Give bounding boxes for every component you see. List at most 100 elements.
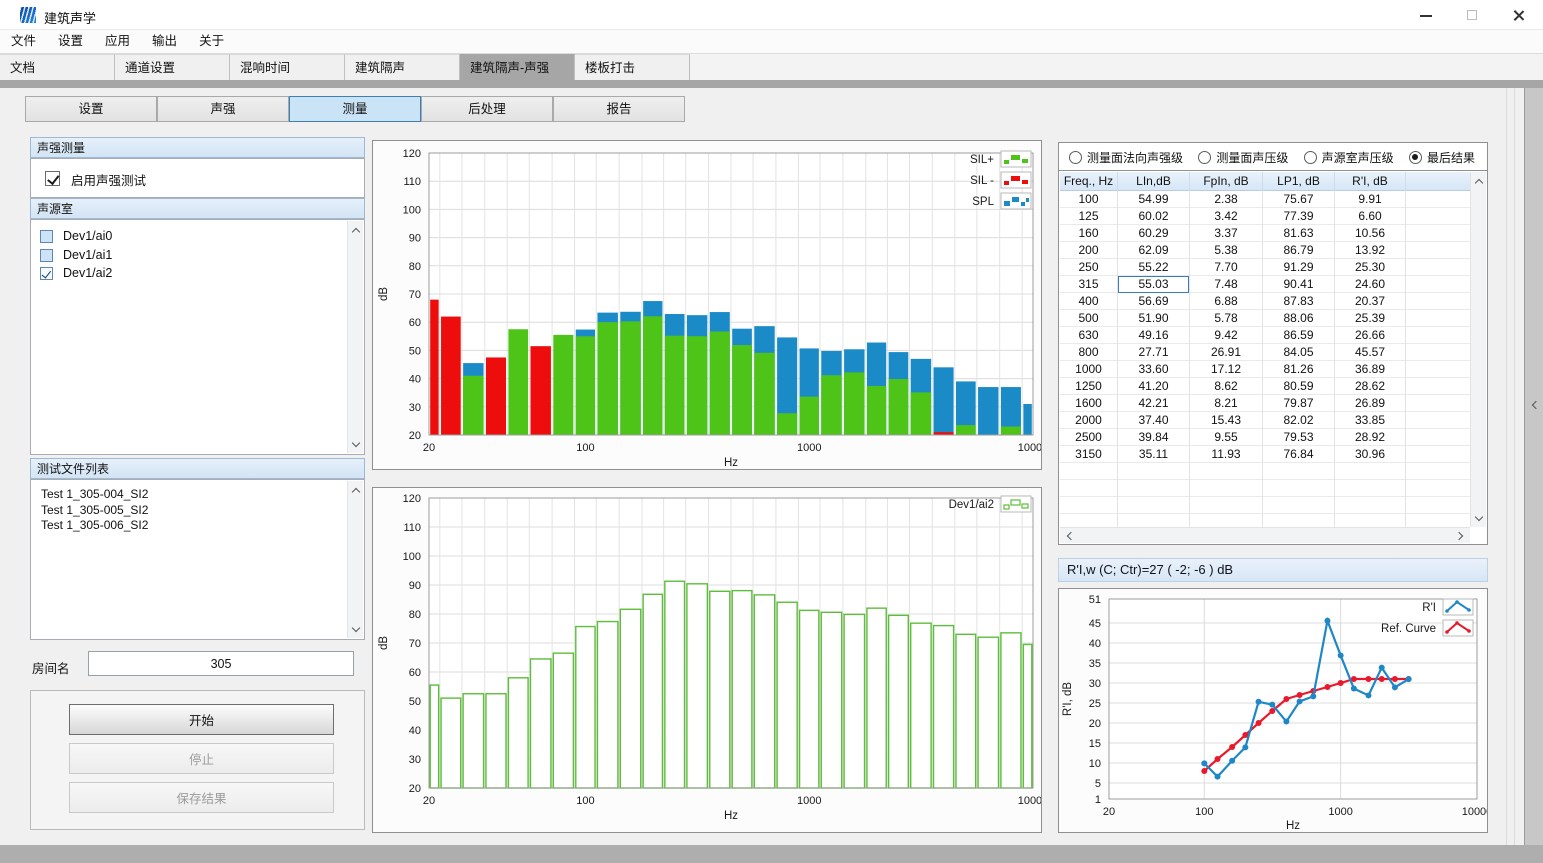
table-cell[interactable] [1190,514,1263,527]
table-cell[interactable] [1190,497,1263,514]
table-cell[interactable]: 81.63 [1263,225,1335,242]
main-tab-0[interactable]: 文档 [0,54,115,80]
table-cell[interactable]: 250 [1060,259,1118,276]
table-cell[interactable]: 100 [1060,191,1118,208]
table-cell[interactable]: 30.96 [1335,446,1406,463]
table-cell[interactable] [1335,463,1406,480]
table-cell[interactable]: 91.29 [1263,259,1335,276]
main-tab-5[interactable]: 楼板打击 [575,54,690,80]
table-cell[interactable]: 5.38 [1190,242,1263,259]
table-cell[interactable]: 13.92 [1335,242,1406,259]
collapse-left-icon[interactable] [1529,400,1539,410]
table-cell[interactable]: 8.62 [1190,378,1263,395]
main-tab-1[interactable]: 通道设置 [115,54,230,80]
table-cell[interactable]: 26.89 [1335,395,1406,412]
table-cell[interactable] [1335,514,1406,527]
table-cell[interactable]: 200 [1060,242,1118,259]
table-cell[interactable]: 86.79 [1263,242,1335,259]
table-cell[interactable]: 400 [1060,293,1118,310]
table-cell[interactable]: 36.89 [1335,361,1406,378]
table-cell[interactable] [1406,276,1469,293]
channel-item-0[interactable]: Dev1/ai0 [31,227,364,246]
table-cell[interactable]: 33.60 [1118,361,1190,378]
menu-item-3[interactable]: 输出 [141,30,188,53]
table-cell[interactable] [1406,412,1469,429]
table-cell[interactable] [1118,514,1190,527]
table-cell[interactable]: 125 [1060,208,1118,225]
radio-circle-3[interactable] [1409,151,1422,164]
menu-item-4[interactable]: 关于 [188,30,235,53]
table-cell[interactable]: 28.92 [1335,429,1406,446]
collapse-panel-strip[interactable] [1524,88,1543,845]
radio-circle-2[interactable] [1304,151,1317,164]
table-cell[interactable] [1406,480,1469,497]
table-cell[interactable]: 11.93 [1190,446,1263,463]
close-button[interactable] [1495,0,1541,30]
minimize-button[interactable] [1403,0,1449,30]
table-cell[interactable] [1190,463,1263,480]
table-cell[interactable]: 8.21 [1190,395,1263,412]
table-cell[interactable] [1060,480,1118,497]
file-item-1[interactable]: Test 1_305-005_SI2 [31,503,364,519]
table-cell[interactable] [1406,344,1469,361]
main-tab-4[interactable]: 建筑隔声-声强 [460,54,575,80]
channel-item-1[interactable]: Dev1/ai1 [31,246,364,265]
table-cell[interactable]: 9.91 [1335,191,1406,208]
table-cell[interactable]: 33.85 [1335,412,1406,429]
table-cell[interactable] [1335,480,1406,497]
table-cell[interactable]: 45.57 [1335,344,1406,361]
table-cell[interactable]: 500 [1060,310,1118,327]
table-cell[interactable] [1406,242,1469,259]
table-cell[interactable]: 1600 [1060,395,1118,412]
table-cell[interactable]: 49.16 [1118,327,1190,344]
menu-item-1[interactable]: 设置 [47,30,94,53]
scroll-up-icon[interactable] [351,225,361,235]
radio-option-0[interactable]: 测量面法向声强级 [1069,149,1183,166]
radio-circle-1[interactable] [1198,151,1211,164]
table-cell[interactable]: 9.55 [1190,429,1263,446]
menu-item-0[interactable]: 文件 [0,30,47,53]
scroll-up-icon[interactable] [351,485,361,495]
table-cell[interactable] [1406,514,1469,527]
table-cell[interactable]: 87.83 [1263,293,1335,310]
table-cell[interactable]: 9.42 [1190,327,1263,344]
table-cell[interactable] [1263,463,1335,480]
table-cell[interactable]: 3150 [1060,446,1118,463]
room-name-input[interactable] [88,651,354,676]
file-item-2[interactable]: Test 1_305-006_SI2 [31,518,364,534]
table-cell[interactable]: 630 [1060,327,1118,344]
table-cell[interactable] [1118,497,1190,514]
table-cell[interactable]: 80.59 [1263,378,1335,395]
table-cell[interactable] [1060,463,1118,480]
table-cell[interactable]: 37.40 [1118,412,1190,429]
table-cell[interactable]: 6.88 [1190,293,1263,310]
table-cell[interactable] [1118,463,1190,480]
sub-tab-1[interactable]: 声强 [157,96,289,122]
table-cell[interactable] [1118,480,1190,497]
radio-option-1[interactable]: 测量面声压级 [1198,149,1288,166]
table-cell[interactable] [1406,395,1469,412]
table-cell[interactable] [1406,191,1469,208]
table-cell[interactable]: 7.70 [1190,259,1263,276]
scroll-left-icon[interactable] [1064,531,1074,541]
table-cell[interactable]: 39.84 [1118,429,1190,446]
table-cell[interactable]: 2500 [1060,429,1118,446]
table-cell[interactable] [1406,446,1469,463]
table-cell[interactable]: 90.41 [1263,276,1335,293]
scroll-down-icon[interactable] [351,624,361,634]
table-cell[interactable] [1060,497,1118,514]
table-cell[interactable]: 800 [1060,344,1118,361]
sub-tab-4[interactable]: 报告 [553,96,685,122]
table-cell[interactable]: 79.53 [1263,429,1335,446]
channel-item-2[interactable]: Dev1/ai2 [31,264,364,283]
table-cell[interactable]: 54.99 [1118,191,1190,208]
table-cell[interactable]: 5.78 [1190,310,1263,327]
table-cell[interactable]: 86.59 [1263,327,1335,344]
table-cell[interactable] [1406,225,1469,242]
channel-checkbox-1[interactable] [40,249,53,262]
table-cell[interactable]: 20.37 [1335,293,1406,310]
table-vertical-scrollbar[interactable] [1470,172,1486,527]
scroll-up-icon[interactable] [1474,176,1484,186]
radio-option-3[interactable]: 最后结果 [1409,149,1475,166]
table-cell[interactable] [1060,514,1118,527]
